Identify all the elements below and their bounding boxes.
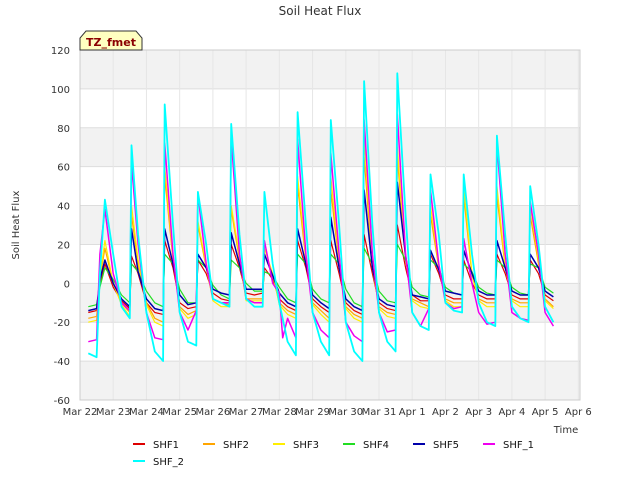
x-axis-label: Time	[553, 425, 578, 436]
x-tick-label: Mar 29	[295, 407, 330, 418]
y-tick-label: 60	[57, 163, 70, 174]
y-axis-label: Soil Heat Flux	[11, 190, 22, 259]
y-tick-label: -40	[54, 357, 70, 368]
x-tick-label: Apr 1	[399, 407, 426, 418]
x-tick-label: Mar 31	[362, 407, 397, 418]
x-tick-label: Mar 23	[96, 407, 131, 418]
chart-title: Soil Heat Flux	[279, 4, 362, 18]
plot-band	[80, 50, 580, 89]
x-tick-label: Mar 28	[262, 407, 297, 418]
legend-label: SHF4	[363, 440, 389, 451]
x-tick-label: Mar 30	[328, 407, 363, 418]
legend-label: SHF3	[293, 440, 319, 451]
tz-fmet-badge: TZ_fmet	[79, 30, 143, 51]
legend-label: SHF1	[153, 440, 179, 451]
x-tick-label: Mar 26	[195, 407, 230, 418]
x-tick-label: Apr 4	[498, 407, 525, 418]
x-tick-label: Mar 25	[162, 407, 197, 418]
x-tick-label: Mar 24	[129, 407, 164, 418]
x-axis-ticks: Mar 22Mar 23Mar 24Mar 25Mar 26Mar 27Mar …	[63, 407, 592, 418]
x-tick-label: Mar 27	[229, 407, 264, 418]
y-tick-label: 40	[57, 202, 70, 213]
y-tick-label: -60	[54, 396, 70, 407]
legend-label: SHF2	[223, 440, 249, 451]
y-tick-label: 0	[64, 279, 70, 290]
y-tick-label: -20	[54, 318, 70, 329]
y-tick-label: 80	[57, 124, 70, 135]
x-tick-label: Apr 2	[432, 407, 459, 418]
legend-label: SHF_2	[153, 457, 184, 468]
x-tick-label: Apr 5	[532, 407, 559, 418]
badge-label: TZ_fmet	[86, 36, 136, 49]
y-tick-label: 100	[51, 85, 70, 96]
x-tick-label: Apr 3	[465, 407, 492, 418]
legend-label: SHF5	[433, 440, 459, 451]
y-tick-label: 20	[57, 240, 70, 251]
legend-label: SHF_1	[503, 440, 534, 451]
x-tick-label: Apr 6	[565, 407, 592, 418]
y-tick-label: 120	[51, 46, 70, 57]
x-tick-label: Mar 22	[63, 407, 98, 418]
plot-band	[80, 361, 580, 400]
soil-heat-flux-chart: -60-40-20020406080100120 Mar 22Mar 23Mar…	[0, 0, 640, 480]
